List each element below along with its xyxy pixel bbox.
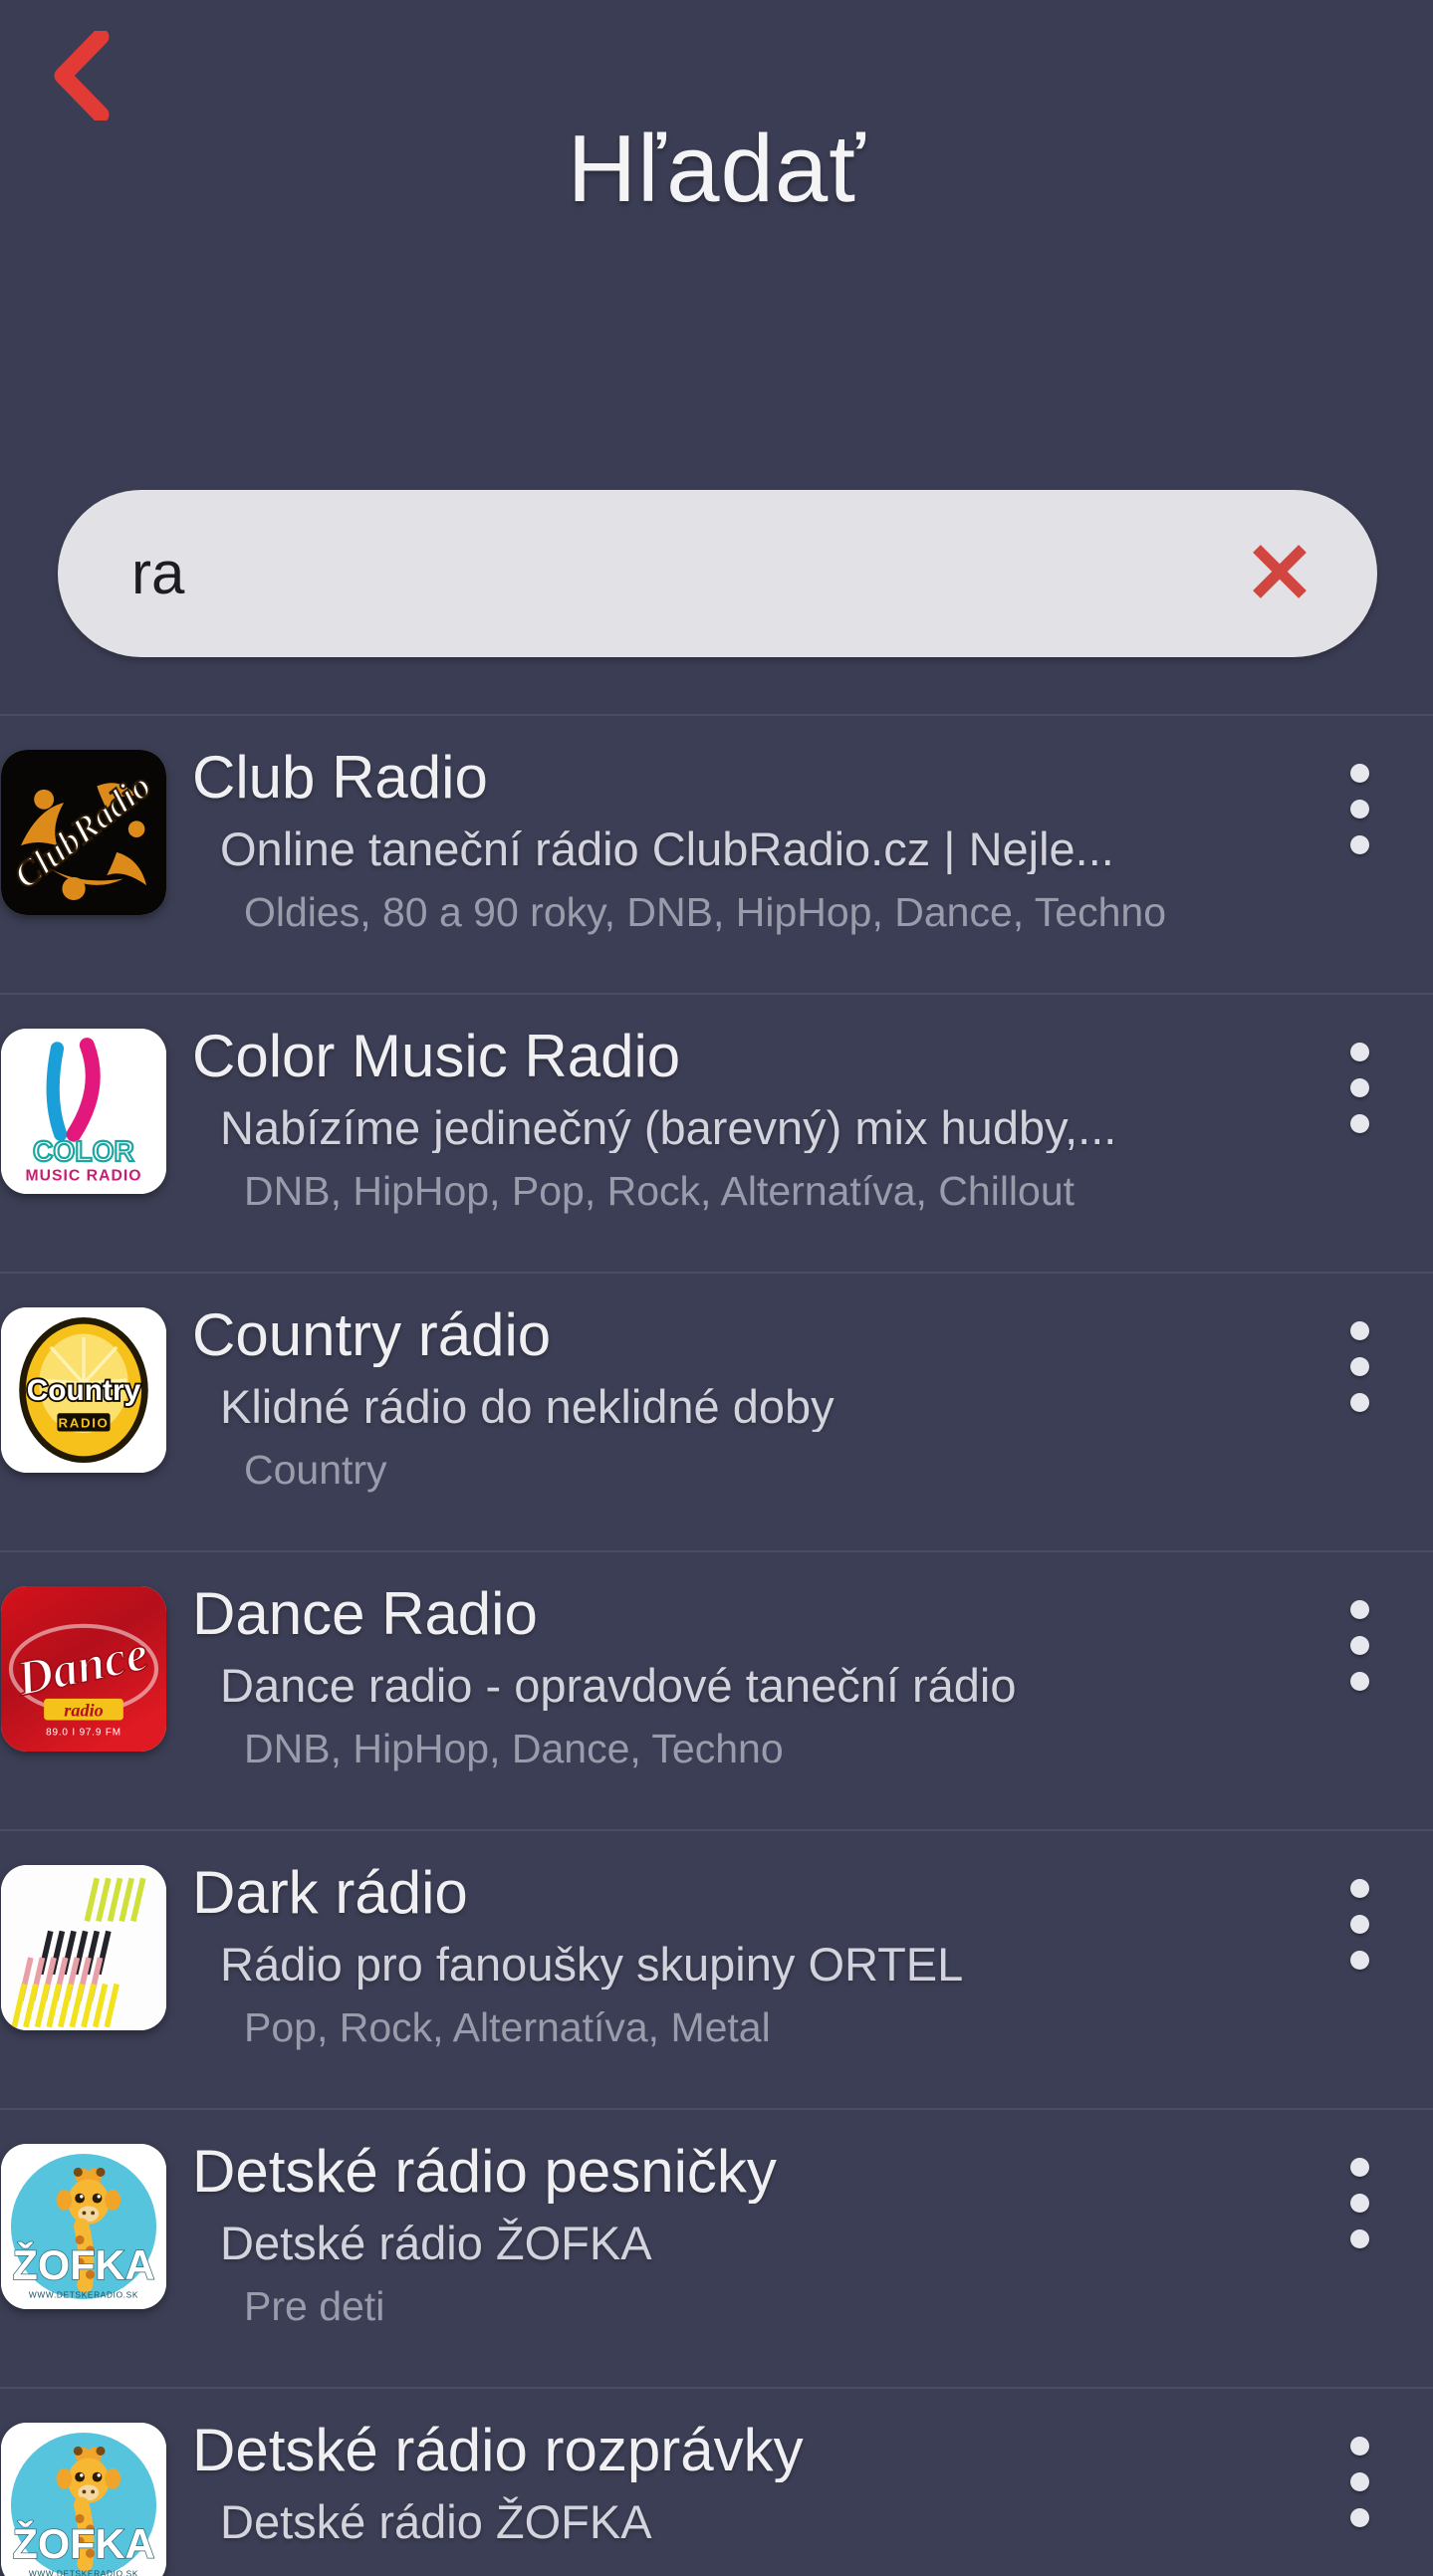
menu-dot: [1349, 2158, 1369, 2177]
page-title: Hľadať: [567, 116, 866, 222]
station-description: Dance radio - opravdové taneční rádio: [220, 1659, 1017, 1712]
station-name: Country rádio: [192, 1303, 552, 1367]
station-name: Detské rádio pesničky: [192, 2140, 777, 2204]
station-description: Detské rádio ŽOFKA: [220, 2495, 652, 2548]
zofka-radio-logo: ŽOFKA WWW.DETSKERADIO.SK: [0, 2144, 166, 2309]
menu-dot: [1349, 2437, 1369, 2456]
color-music-radio-logo: COLOR MUSIC RADIO: [0, 1029, 166, 1194]
chevron-left-icon: [51, 31, 113, 120]
dance-radio-logo: Dance radio 89.0 I 97.9 FM: [0, 1586, 166, 1752]
station-name: Color Music Radio: [192, 1025, 681, 1088]
station-genres: DNB, HipHop, Dance, Techno: [244, 1727, 784, 1772]
search-screen: Hľadať ra ClubRadio Club Radio Online ta…: [0, 0, 1433, 2576]
more-vertical-icon[interactable]: [1304, 1307, 1415, 1412]
station-description: Klidné rádio do neklidné doby: [220, 1380, 835, 1433]
station-genres: Oldies, 80 a 90 roky, DNB, HipHop, Dance…: [244, 890, 1167, 936]
station-logo: COLOR MUSIC RADIO: [0, 1029, 166, 1194]
svg-text:WWW.DETSKERADIO.SK: WWW.DETSKERADIO.SK: [28, 2289, 137, 2299]
dark-radio-logo: [0, 1865, 166, 2030]
menu-dot: [1349, 1672, 1369, 1691]
svg-text:RADIO: RADIO: [58, 1415, 109, 1430]
menu-dot: [1349, 1879, 1369, 1898]
svg-text:radio: radio: [64, 1700, 104, 1720]
back-button[interactable]: [36, 30, 127, 121]
table-row[interactable]: Dance radio 89.0 I 97.9 FM Dance Radio D…: [0, 1550, 1433, 1829]
station-info: Detské rádio rozprávky Detské rádio ŽOFK…: [166, 2419, 1304, 2563]
station-name: Detské rádio rozprávky: [192, 2419, 804, 2482]
station-logo: [0, 1865, 166, 2030]
menu-dot: [1349, 2229, 1369, 2248]
menu-dot: [1349, 1600, 1369, 1619]
station-logo: ŽOFKA WWW.DETSKERADIO.SK: [0, 2423, 166, 2576]
station-name: Club Radio: [192, 746, 488, 810]
menu-dot: [1349, 1915, 1369, 1934]
table-row[interactable]: ŽOFKA WWW.DETSKERADIO.SK Detské rádio ro…: [0, 2387, 1433, 2576]
station-description: Nabízíme jedinečný (barevný) mix hudby,.…: [220, 1101, 1117, 1154]
table-row[interactable]: Country RADIO Country rádio Klidné rádio…: [0, 1272, 1433, 1550]
more-vertical-icon[interactable]: [1304, 1865, 1415, 1970]
more-vertical-icon[interactable]: [1304, 1029, 1415, 1133]
close-x-icon: [1249, 541, 1311, 607]
station-genres: Pop, Rock, Alternatíva, Metal: [244, 2005, 771, 2051]
menu-dot: [1349, 1321, 1369, 1340]
menu-dot: [1349, 1357, 1369, 1376]
menu-dot: [1349, 1114, 1369, 1133]
menu-dot: [1349, 1951, 1369, 1970]
svg-text:ŽOFKA: ŽOFKA: [12, 2520, 154, 2567]
station-genres: Country: [244, 1448, 387, 1494]
svg-text:COLOR: COLOR: [33, 1135, 134, 1167]
table-row[interactable]: ŽOFKA WWW.DETSKERADIO.SK Detské rádio pe…: [0, 2108, 1433, 2387]
search-results-list[interactable]: ClubRadio Club Radio Online taneční rádi…: [0, 714, 1433, 2576]
zofka-radio-logo: ŽOFKA WWW.DETSKERADIO.SK: [0, 2423, 166, 2576]
menu-dot: [1349, 2194, 1369, 2213]
station-genres: DNB, HipHop, Pop, Rock, Alternatíva, Chi…: [244, 1169, 1075, 1215]
menu-dot: [1349, 800, 1369, 819]
more-vertical-icon[interactable]: [1304, 750, 1415, 854]
station-description: Detské rádio ŽOFKA: [220, 2217, 652, 2269]
station-info: Dark rádio Rádio pro fanoušky skupiny OR…: [166, 1861, 1304, 2051]
station-info: Detské rádio pesničky Detské rádio ŽOFKA…: [166, 2140, 1304, 2330]
screen-header: Hľadať ra: [0, 0, 1433, 714]
table-row[interactable]: Dark rádio Rádio pro fanoušky skupiny OR…: [0, 1829, 1433, 2108]
menu-dot: [1349, 1043, 1369, 1061]
menu-dot: [1349, 2472, 1369, 2491]
svg-text:89.0 I 97.9 FM: 89.0 I 97.9 FM: [46, 1727, 121, 1738]
svg-text:MUSIC RADIO: MUSIC RADIO: [25, 1168, 141, 1185]
station-logo: Country RADIO: [0, 1307, 166, 1473]
search-pill[interactable]: ra: [58, 490, 1377, 657]
more-vertical-icon[interactable]: [1304, 1586, 1415, 1691]
station-description: Online taneční rádio ClubRadio.cz | Nejl…: [220, 822, 1114, 875]
svg-text:WWW.DETSKERADIO.SK: WWW.DETSKERADIO.SK: [28, 2568, 137, 2576]
station-info: Dance Radio Dance radio - opravdové tane…: [166, 1582, 1304, 1772]
menu-dot: [1349, 1393, 1369, 1412]
station-logo: Dance radio 89.0 I 97.9 FM: [0, 1586, 166, 1752]
more-vertical-icon[interactable]: [1304, 2423, 1415, 2527]
menu-dot: [1349, 2508, 1369, 2527]
station-name: Dance Radio: [192, 1582, 538, 1646]
station-info: Club Radio Online taneční rádio ClubRadi…: [166, 746, 1304, 936]
menu-dot: [1349, 1636, 1369, 1655]
menu-dot: [1349, 764, 1369, 783]
svg-text:ŽOFKA: ŽOFKA: [12, 2241, 154, 2288]
search-input[interactable]: ra: [131, 544, 1234, 603]
station-name: Dark rádio: [192, 1861, 468, 1925]
club-radio-logo: ClubRadio: [0, 750, 166, 915]
station-genres: Pre deti: [244, 2284, 385, 2330]
menu-dot: [1349, 1078, 1369, 1097]
station-logo: ClubRadio: [0, 750, 166, 915]
station-info: Color Music Radio Nabízíme jedinečný (ba…: [166, 1025, 1304, 1215]
clear-search-button[interactable]: [1234, 528, 1325, 619]
country-radio-logo: Country RADIO: [0, 1307, 166, 1473]
svg-text:Country: Country: [26, 1374, 140, 1407]
station-description: Rádio pro fanoušky skupiny ORTEL: [220, 1938, 964, 1991]
menu-dot: [1349, 835, 1369, 854]
table-row[interactable]: ClubRadio Club Radio Online taneční rádi…: [0, 714, 1433, 993]
search-field-container[interactable]: ra: [58, 490, 1377, 657]
more-vertical-icon[interactable]: [1304, 2144, 1415, 2248]
station-logo: ŽOFKA WWW.DETSKERADIO.SK: [0, 2144, 166, 2309]
table-row[interactable]: COLOR MUSIC RADIO Color Music Radio Nabí…: [0, 993, 1433, 1272]
station-info: Country rádio Klidné rádio do neklidné d…: [166, 1303, 1304, 1494]
